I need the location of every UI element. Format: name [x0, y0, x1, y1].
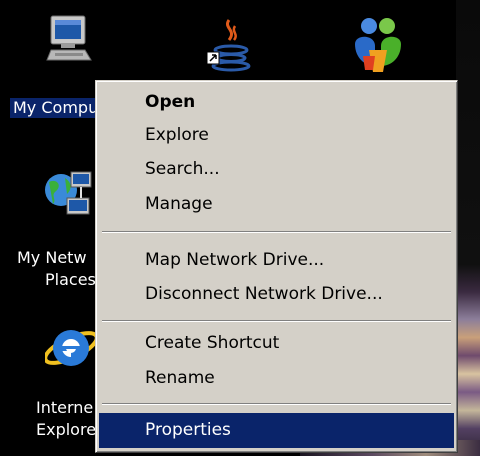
menu-item-open[interactable]: Open [99, 85, 454, 120]
menu-separator [102, 231, 451, 233]
internet-explorer-label-line2[interactable]: Explore [36, 420, 96, 440]
menu-item-manage[interactable]: Manage [99, 187, 454, 222]
menu-item-create-shortcut[interactable]: Create Shortcut [99, 326, 454, 361]
desktop: My Compu My Netw Places Interne Explore … [0, 0, 480, 456]
menu-item-search[interactable]: Search... [99, 152, 454, 187]
wallpaper-strip [456, 0, 480, 456]
context-menu: Open Explore Search... Manage Map Networ… [95, 80, 458, 453]
msn-butterfly-icon[interactable] [345, 16, 411, 72]
menu-item-properties[interactable]: Properties [99, 413, 454, 448]
my-computer-label[interactable]: My Compu [10, 98, 98, 118]
menu-item-map-network-drive[interactable]: Map Network Drive... [99, 243, 454, 278]
internet-explorer-label-line1[interactable]: Interne [36, 398, 93, 418]
network-places-icon[interactable] [43, 168, 92, 216]
my-network-label-line2[interactable]: Places [45, 270, 96, 290]
menu-separator [102, 403, 451, 405]
menu-separator [102, 320, 451, 322]
menu-item-rename[interactable]: Rename [99, 361, 454, 396]
computer-monitor-icon[interactable] [45, 14, 93, 62]
menu-item-explore[interactable]: Explore [99, 118, 454, 153]
internet-explorer-icon[interactable] [43, 318, 99, 366]
java-cup-shortcut-icon[interactable] [206, 18, 255, 72]
my-network-label-line1[interactable]: My Netw [17, 248, 87, 268]
menu-item-disconnect-network-drive[interactable]: Disconnect Network Drive... [99, 277, 454, 312]
